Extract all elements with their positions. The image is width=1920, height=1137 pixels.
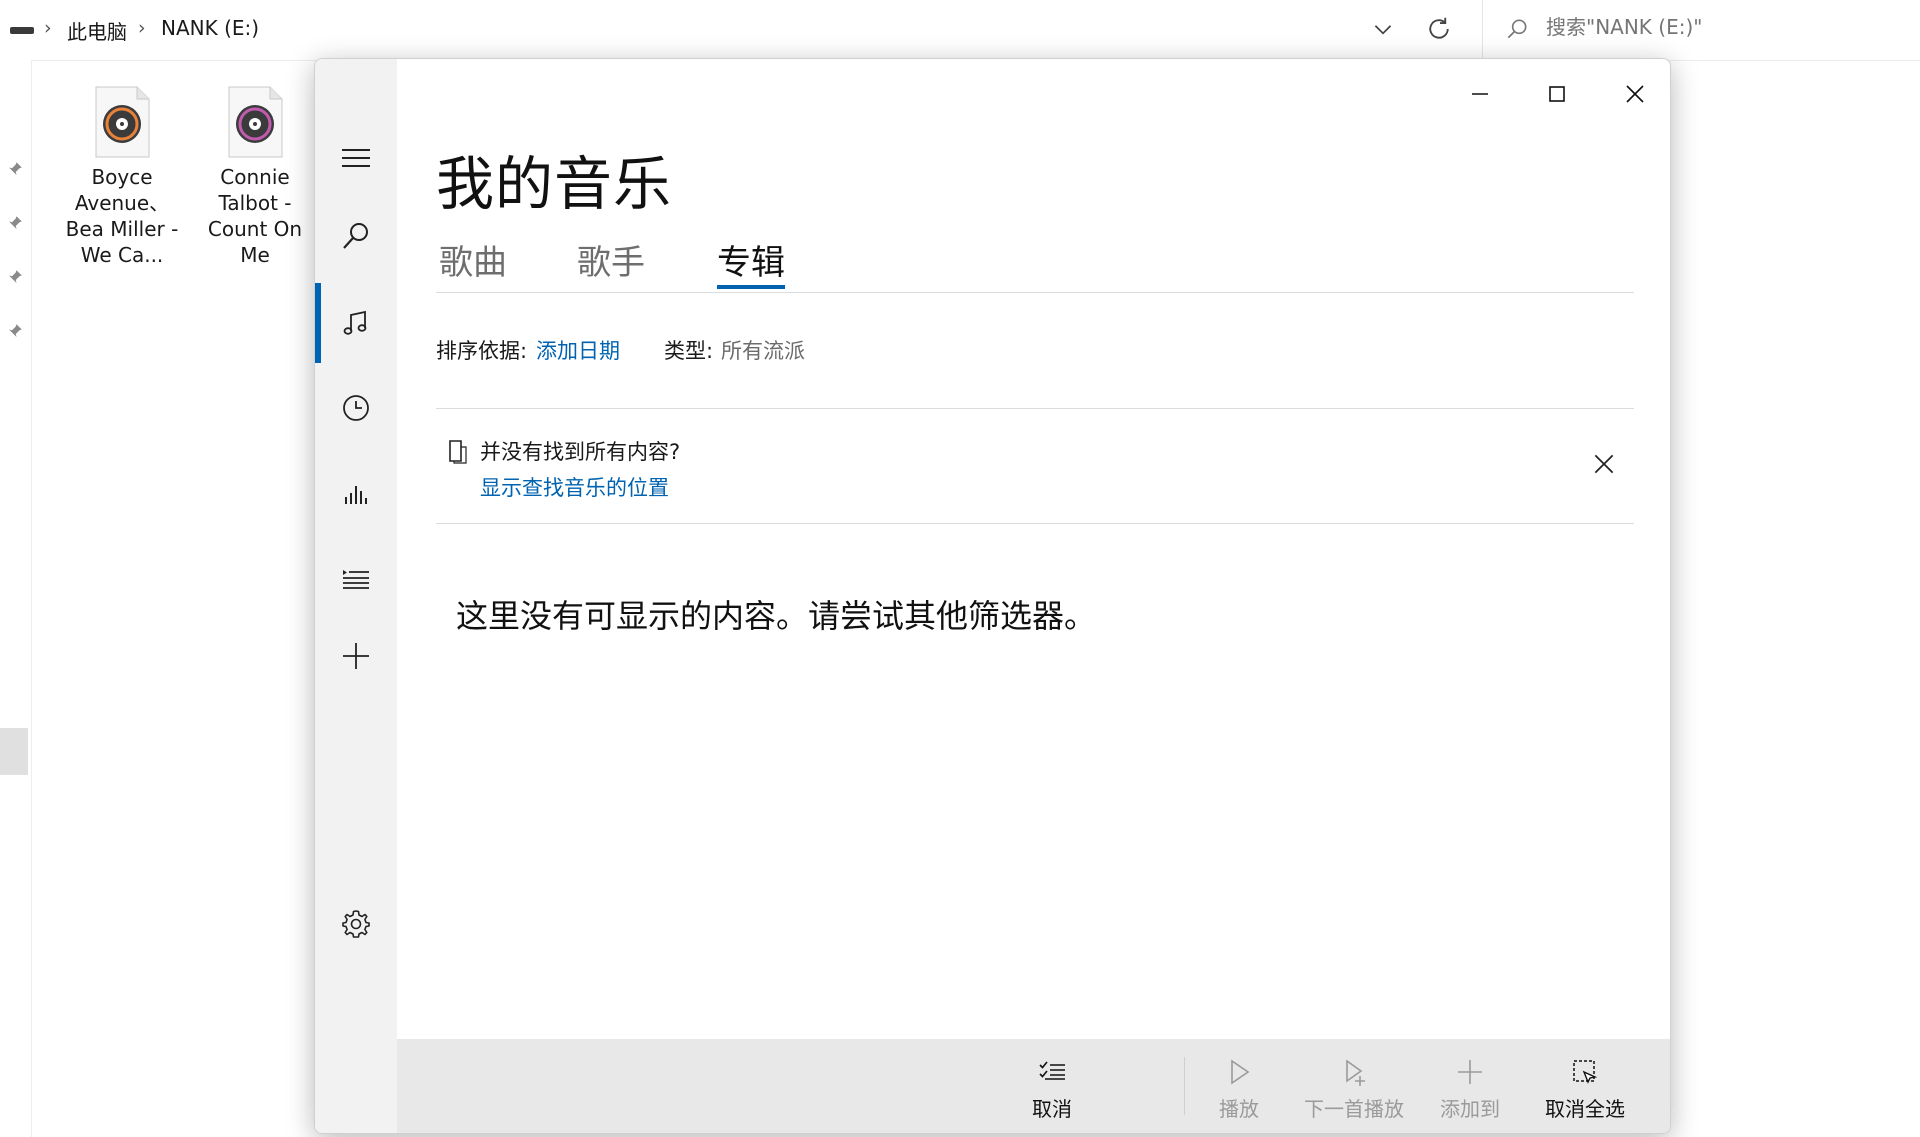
recent-plays-button[interactable] (332, 384, 380, 432)
playlist-icon (343, 570, 369, 589)
maximize-icon (1549, 86, 1565, 102)
add-to-button[interactable]: 添加到 (1415, 1057, 1525, 1122)
sort-dropdown[interactable]: 添加日期 (536, 335, 620, 365)
pin-icon[interactable] (6, 268, 24, 286)
notice-text: 并没有找到所有内容? (480, 440, 681, 464)
search-icon (343, 223, 368, 249)
search-button[interactable] (332, 212, 380, 260)
command-label: 取消全选 (1545, 1097, 1625, 1121)
cancel-selection-button[interactable]: 取消 (997, 1057, 1107, 1122)
recent-clock-icon (343, 395, 369, 421)
page-title: 我的音乐 (436, 150, 673, 218)
maximize-button[interactable] (1527, 71, 1587, 117)
now-playing-bars-icon (345, 486, 367, 504)
divider (1482, 0, 1483, 58)
empty-state-message: 这里没有可显示的内容。请尝试其他筛选器。 (456, 597, 1097, 635)
command-label: 添加到 (1440, 1097, 1500, 1121)
settings-gear-icon (342, 910, 370, 938)
pin-icon[interactable] (6, 160, 24, 178)
close-icon[interactable] (1591, 451, 1617, 477)
sort-label: 排序依据: (436, 339, 528, 363)
divider (436, 523, 1634, 524)
chevron-down-icon[interactable] (1370, 16, 1396, 42)
explorer-search-input[interactable] (1546, 15, 1896, 39)
deselect-all-button[interactable]: 取消全选 (1530, 1057, 1640, 1122)
tab-artists[interactable]: 歌手 (577, 235, 645, 284)
file-name: Connie Talbot - Count On Me (207, 165, 303, 267)
genre-label: 类型: (664, 339, 714, 363)
active-nav-indicator (315, 283, 321, 363)
phone-device-icon (449, 440, 467, 464)
close-button[interactable] (1605, 71, 1665, 117)
play-button[interactable]: 播放 (1184, 1057, 1294, 1122)
close-icon (1626, 85, 1644, 103)
active-tab-indicator (717, 285, 785, 289)
divider (436, 292, 1634, 293)
drive-icon[interactable] (10, 27, 34, 34)
select-all-icon (1573, 1060, 1598, 1084)
add-icon (1458, 1060, 1482, 1084)
breadcrumb-separator-icon: › (138, 17, 146, 39)
search-icon (1507, 19, 1527, 39)
explorer-nav-pane (0, 60, 32, 1137)
now-playing-button[interactable] (332, 469, 380, 517)
play-next-button[interactable]: 下一首播放 (1299, 1057, 1409, 1122)
breadcrumb-separator-icon: › (44, 17, 52, 39)
add-icon (343, 643, 369, 669)
my-music-button[interactable] (332, 299, 380, 347)
tab-albums[interactable]: 专辑 (717, 235, 785, 284)
command-label: 下一首播放 (1304, 1097, 1404, 1121)
breadcrumb-drive[interactable]: NANK (E:) (161, 16, 259, 40)
pin-icon[interactable] (6, 214, 24, 232)
divider (436, 408, 1634, 409)
settings-button[interactable] (332, 900, 380, 948)
new-playlist-button[interactable] (332, 632, 380, 680)
explorer-address-bar: › 此电脑 › NANK (E:) (0, 0, 1920, 61)
file-item[interactable]: Boyce Avenue、Bea Miller - We Ca... (57, 86, 187, 268)
multi-select-icon (1039, 1061, 1065, 1080)
command-bar: 取消 播放 下一首播放 添加到 取消全选 (397, 1039, 1670, 1133)
groove-music-window: 我的音乐 歌曲 歌手 专辑 排序依据: 添加日期 类型: 所有流派 并没有找到所… (314, 58, 1671, 1134)
refresh-icon[interactable] (1424, 14, 1454, 44)
music-note-icon (343, 310, 367, 335)
file-name: Boyce Avenue、Bea Miller - We Ca... (65, 165, 179, 267)
playlists-button[interactable] (332, 554, 380, 602)
pin-icon[interactable] (6, 322, 24, 340)
command-label: 播放 (1219, 1097, 1259, 1121)
audio-file-icon (228, 86, 283, 158)
minimize-button[interactable] (1450, 71, 1510, 117)
show-music-locations-link[interactable]: 显示查找音乐的位置 (480, 472, 669, 502)
nav-scrollbar-thumb[interactable] (0, 728, 28, 775)
genre-dropdown[interactable]: 所有流派 (721, 335, 805, 365)
breadcrumb-this-pc[interactable]: 此电脑 (67, 16, 127, 45)
audio-file-icon (95, 86, 150, 158)
tab-songs[interactable]: 歌曲 (439, 235, 507, 284)
play-icon (1231, 1059, 1250, 1085)
minimize-icon (1472, 93, 1488, 95)
command-label: 取消 (1032, 1097, 1072, 1121)
hamburger-icon (342, 149, 370, 167)
play-next-icon (1346, 1059, 1365, 1086)
nav-rail (315, 59, 397, 1133)
menu-button[interactable] (332, 134, 380, 182)
file-item[interactable]: Connie Talbot - Count On Me (190, 86, 320, 268)
